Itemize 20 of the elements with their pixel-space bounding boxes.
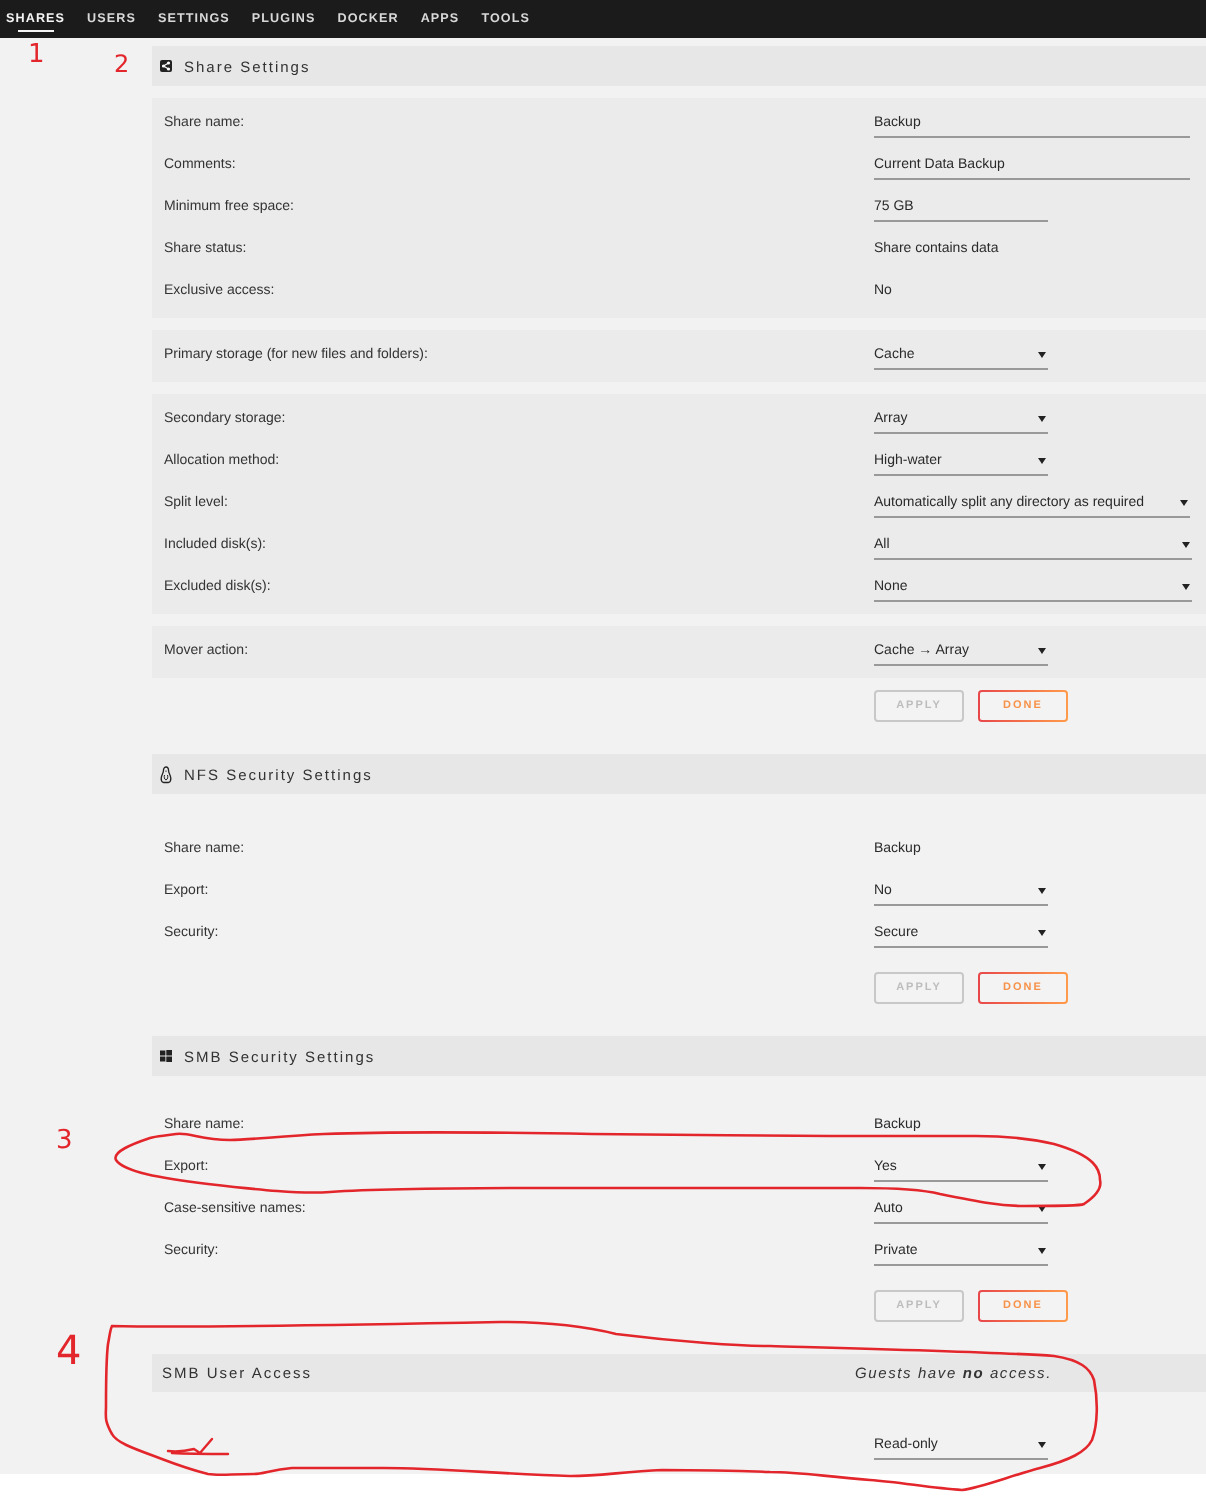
caret-icon	[1038, 1247, 1046, 1253]
caret-icon	[1182, 541, 1190, 547]
penguin-icon	[160, 765, 172, 783]
caret-icon	[1038, 929, 1046, 935]
caret-icon	[1038, 415, 1046, 421]
caret-icon	[1038, 351, 1046, 357]
share-icon	[160, 60, 172, 72]
annotation-number: 1	[28, 42, 45, 68]
annotation-number: 4	[56, 1330, 82, 1370]
caret-icon	[1038, 1205, 1046, 1211]
caret-icon	[1182, 583, 1190, 589]
caret-icon	[1038, 1441, 1046, 1447]
caret-icon	[1180, 499, 1189, 505]
caret-icon	[1038, 647, 1046, 653]
annotation-number: 3	[56, 1128, 73, 1154]
caret-icon	[1038, 457, 1046, 463]
caret-icon	[1038, 1163, 1046, 1169]
grid-squares-icon	[160, 1050, 172, 1062]
annotation-number: 2	[114, 52, 130, 76]
caret-icon	[1038, 887, 1046, 893]
